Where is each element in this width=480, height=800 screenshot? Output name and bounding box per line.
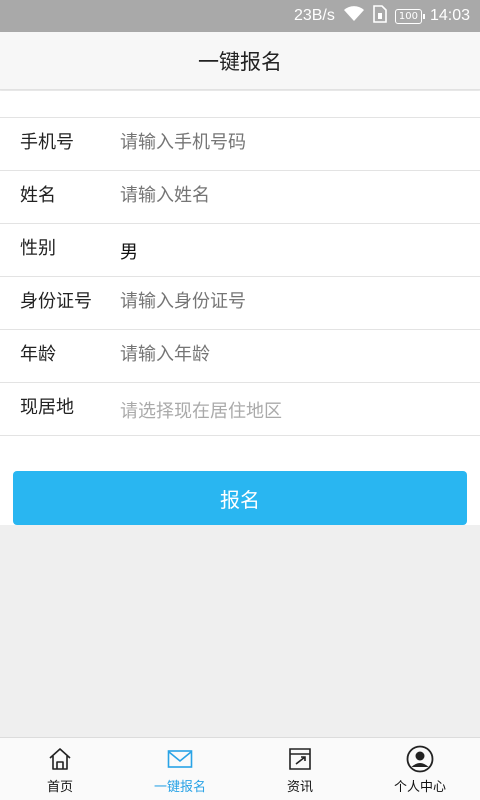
tab-news-label: 资讯 <box>286 780 313 795</box>
id-number-label: 身份证号 <box>20 291 92 312</box>
news-icon <box>285 745 315 773</box>
name-row[interactable]: 姓名 <box>0 171 480 224</box>
phone-input[interactable] <box>120 132 460 153</box>
residence-label: 现居地 <box>20 397 74 418</box>
phone-label: 手机号 <box>20 132 74 153</box>
bottom-tab-bar: 首页 一键报名 资讯 个人中心 <box>0 737 480 800</box>
tab-signup[interactable]: 一键报名 <box>120 738 240 800</box>
tab-home[interactable]: 首页 <box>0 738 120 800</box>
tab-news[interactable]: 资讯 <box>240 738 360 800</box>
age-label: 年龄 <box>20 344 56 365</box>
tab-profile-label: 个人中心 <box>393 780 446 795</box>
age-row[interactable]: 年龄 <box>0 330 480 383</box>
status-bar: 23B/s 100 14:03 <box>0 0 480 32</box>
name-label: 姓名 <box>20 185 56 206</box>
age-input[interactable] <box>120 344 460 365</box>
signup-form: 手机号 姓名 性别 男 身份证号 年龄 现居地 请选择现在居住地区 <box>0 117 480 436</box>
signup-button[interactable]: 报名 <box>13 471 467 525</box>
page-title: 一键报名 <box>198 49 282 74</box>
id-number-row[interactable]: 身份证号 <box>0 277 480 330</box>
form-area: 手机号 姓名 性别 男 身份证号 年龄 现居地 请选择现在居住地区 报名 <box>0 91 480 525</box>
phone-row[interactable]: 手机号 <box>0 118 480 171</box>
battery-icon: 100 <box>394 8 426 24</box>
sim-icon <box>373 5 387 27</box>
gender-select[interactable]: 男 <box>120 238 460 264</box>
name-input[interactable] <box>120 185 460 206</box>
id-number-input[interactable] <box>120 291 460 312</box>
user-icon <box>405 745 435 773</box>
tab-signup-label: 一键报名 <box>153 780 206 795</box>
mail-icon <box>165 745 195 773</box>
gender-row[interactable]: 性别 男 <box>0 224 480 277</box>
clock: 14:03 <box>429 7 470 24</box>
residence-select[interactable]: 请选择现在居住地区 <box>120 397 460 423</box>
tab-profile[interactable]: 个人中心 <box>360 738 480 800</box>
app-header: 一键报名 <box>0 32 480 90</box>
network-speed: 23B/s <box>293 7 335 24</box>
battery-level: 100 <box>398 10 418 22</box>
wifi-icon <box>343 6 365 26</box>
gender-label: 性别 <box>20 238 56 259</box>
residence-row[interactable]: 现居地 请选择现在居住地区 <box>0 383 480 436</box>
home-icon <box>45 745 75 773</box>
tab-home-label: 首页 <box>46 780 73 795</box>
